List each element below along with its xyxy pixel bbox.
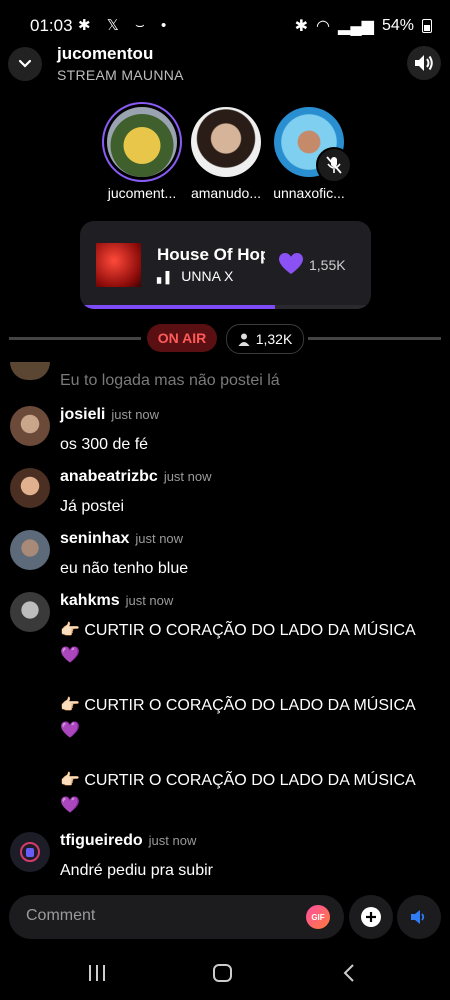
chat-message: tfigueiredo just now André pediu pra subi… <box>10 832 440 882</box>
listener-count: 1,32K <box>255 331 293 347</box>
like-count: 1,55K <box>309 257 346 273</box>
room-host-title: jucomentou <box>57 44 154 63</box>
chat-message: josieli just now os 300 de fé <box>10 406 440 456</box>
chat-line: 👉🏻 CURTIR O CORAÇÃO DO LADO DA MÚSICA <box>60 772 416 789</box>
comment-placeholder: Comment <box>26 907 96 924</box>
battery-icon <box>422 19 432 33</box>
chat-message: seninhax just now eu não tenho blue <box>10 530 440 580</box>
chat-username[interactable]: kahkms just now <box>60 592 173 610</box>
timestamp: just now <box>148 833 197 848</box>
chat-text: eu não tenho blue <box>60 560 189 577</box>
chat-text: os 300 de fé <box>60 436 149 453</box>
speaker-guest-1[interactable]: amanudo... <box>183 107 269 201</box>
battery-percent: 54% <box>381 17 414 34</box>
chat-line: 💜 <box>60 722 80 739</box>
recents-icon[interactable] <box>88 965 106 981</box>
avatar[interactable] <box>10 468 50 508</box>
artist-name: UNNA X <box>181 268 234 284</box>
chat-text: 👉🏻 CURTIR O CORAÇÃO DO LADO DA MÚSICA 💜 … <box>60 618 416 818</box>
notification-icons: ✱ 𝕏 ⌣ • <box>78 17 173 34</box>
song-title: House Of Hope <box>157 245 265 264</box>
chat-line: 👉🏻 CURTIR O CORAÇÃO DO LADO DA MÚSICA <box>60 622 416 639</box>
signal-icon: ▂▄▆ <box>338 18 374 35</box>
timestamp: just now <box>111 407 160 422</box>
chat-message: anabeatrizbc just now Já postei <box>10 468 440 518</box>
chat-line: 👉🏻 CURTIR O CORAÇÃO DO LADO DA MÚSICA <box>60 697 416 714</box>
room-subtitle: STREAM MAUNNA <box>57 67 184 83</box>
chat-line: 💜 <box>60 797 80 814</box>
divider <box>9 337 141 340</box>
status-time: 01:03 <box>30 16 73 35</box>
chat-text: Já postei <box>60 498 125 515</box>
heart-icon[interactable] <box>278 252 304 276</box>
now-playing-card[interactable]: House Of Hope ▖▌ UNNA X 1,55K <box>80 221 371 309</box>
system-nav-bar <box>0 946 450 1000</box>
chat-username[interactable]: anabeatrizbc just now <box>60 468 212 486</box>
plus-icon <box>361 907 381 927</box>
speaker-host[interactable]: jucoment... <box>99 107 185 201</box>
divider <box>308 337 441 340</box>
back-icon[interactable] <box>343 964 355 982</box>
timestamp: just now <box>135 531 184 546</box>
collapse-button[interactable] <box>8 47 42 81</box>
chat-username[interactable]: josieli just now <box>60 406 159 424</box>
chevron-down-icon <box>18 59 32 68</box>
speaker-name: jucoment... <box>107 185 177 201</box>
avatar <box>10 362 50 380</box>
chat-username[interactable]: tfigueiredo just now <box>60 832 196 850</box>
home-icon[interactable] <box>213 964 232 982</box>
username[interactable]: anabeatrizbc <box>60 468 158 485</box>
avatar[interactable] <box>10 592 50 632</box>
wifi-icon: ◠ <box>316 18 331 35</box>
comment-input[interactable]: Comment GIF <box>9 895 344 939</box>
album-art <box>96 243 141 287</box>
chat-message-partial: Eu to logada mas não postei lá <box>60 372 280 389</box>
listener-count-badge[interactable]: 1,32K <box>226 324 304 354</box>
speaker-name: amanudo... <box>190 185 262 201</box>
username[interactable]: josieli <box>60 406 105 423</box>
timestamp: just now <box>125 593 174 608</box>
avatar[interactable] <box>10 406 50 446</box>
avatar[interactable] <box>10 530 50 570</box>
chat-line <box>60 743 416 768</box>
song-artist: ▖▌ UNNA X <box>157 268 233 284</box>
speaker-icon <box>415 55 433 71</box>
request-to-speak-button[interactable] <box>397 895 441 939</box>
on-air-badge: ON AIR <box>147 324 217 352</box>
headphones-icon <box>20 842 40 862</box>
add-button[interactable] <box>349 895 393 939</box>
chat-username[interactable]: seninhax just now <box>60 530 183 548</box>
avatar <box>274 107 352 183</box>
muted-mic-icon <box>316 147 352 183</box>
bluetooth-icon: ✱ <box>294 18 309 35</box>
chat-line <box>60 668 416 693</box>
avatar <box>191 107 261 177</box>
status-bar: 01:03 ✱ 𝕏 ⌣ • ✱ ◠ ▂▄▆ 54% <box>0 0 450 48</box>
chat-message: kahkms just now 👉🏻 CURTIR O CORAÇÃO DO LA… <box>10 592 440 822</box>
speaker-name: unnaxofic... <box>273 185 345 201</box>
avatar <box>107 107 177 177</box>
system-icons: ✱ ◠ ▂▄▆ 54% <box>295 16 432 36</box>
equalizer-icon: ▖▌ <box>157 272 174 284</box>
volume-button[interactable] <box>407 46 441 80</box>
song-progress-fill <box>80 305 275 309</box>
timestamp: just now <box>163 469 212 484</box>
gif-button[interactable]: GIF <box>306 905 330 929</box>
username[interactable]: tfigueiredo <box>60 832 143 849</box>
chat-line: 💜 <box>60 647 80 664</box>
person-icon <box>238 333 250 346</box>
speaker-wave-icon <box>411 910 425 924</box>
username[interactable]: kahkms <box>60 592 120 609</box>
avatar[interactable] <box>10 832 50 872</box>
speaker-guest-2[interactable]: unnaxofic... <box>266 107 352 201</box>
chat-text: André pediu pra subir <box>60 862 213 879</box>
username[interactable]: seninhax <box>60 530 129 547</box>
